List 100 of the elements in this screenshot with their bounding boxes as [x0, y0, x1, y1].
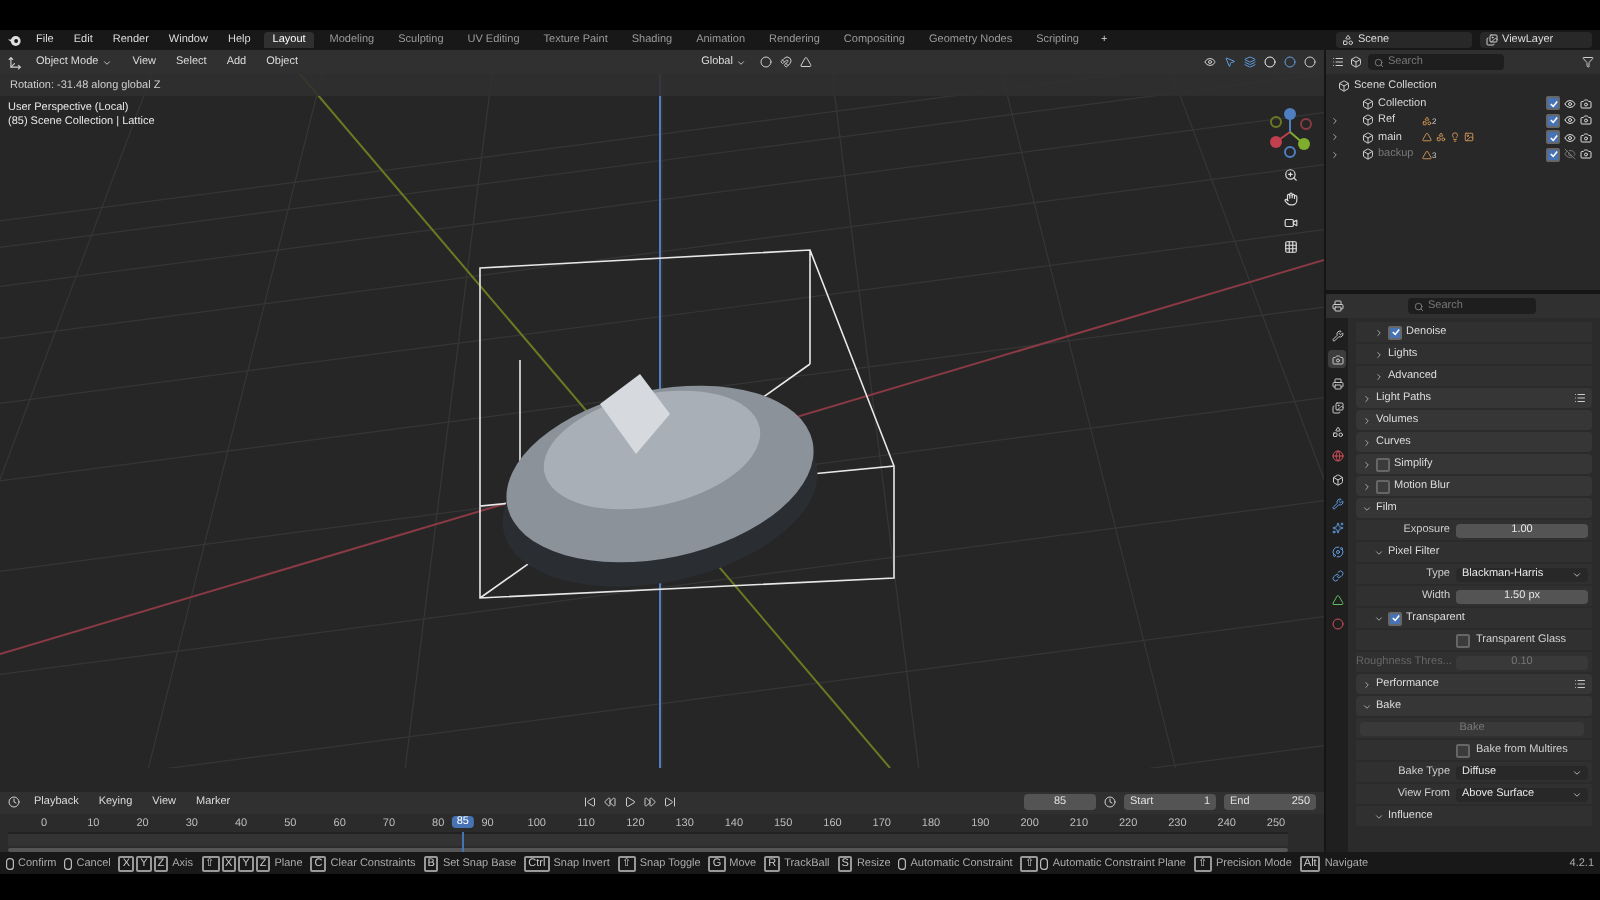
properties-tab[interactable] — [1328, 542, 1346, 560]
collection-icon — [1362, 97, 1374, 110]
proportional-icon — [800, 56, 813, 68]
images-icon — [1486, 34, 1498, 46]
zoom-icon[interactable] — [1283, 168, 1297, 182]
visibility-icon — [1204, 56, 1217, 68]
mouse-icon — [1040, 857, 1049, 869]
hand-icon[interactable] — [1283, 192, 1297, 206]
chevron-down-icon — [1374, 811, 1384, 821]
properties-tab[interactable] — [1328, 350, 1346, 368]
chevron-down-icon — [1374, 547, 1384, 557]
link-icon — [1331, 569, 1343, 581]
search-icon — [1414, 301, 1424, 311]
mouse-icon — [64, 857, 73, 869]
chevron-right-icon — [1362, 415, 1372, 425]
chevron-down-icon — [1374, 613, 1384, 623]
pivot-icon — [760, 56, 773, 68]
editor-type-icon — [8, 55, 22, 69]
collection-icon — [1362, 148, 1374, 161]
triangle-icon — [1331, 593, 1343, 605]
chevron-right-icon — [1362, 437, 1372, 447]
globe-icon — [1331, 449, 1343, 461]
camera-icon[interactable] — [1283, 216, 1297, 230]
solid-shading-icon — [1264, 56, 1277, 68]
images-icon — [1331, 401, 1343, 413]
checkbox[interactable] — [1388, 611, 1402, 625]
properties-tab[interactable] — [1328, 566, 1346, 584]
printer-icon — [1331, 377, 1343, 389]
app-logo-icon[interactable] — [8, 33, 22, 47]
properties-tab[interactable] — [1328, 398, 1346, 416]
filter-icon — [1582, 56, 1594, 68]
jump-start-icon — [584, 796, 597, 809]
include-checkbox[interactable] — [1546, 130, 1560, 145]
eye-closed-icon — [1564, 148, 1576, 161]
chevron-down-icon — [1362, 701, 1372, 711]
checkbox[interactable] — [1376, 479, 1390, 493]
eye-icon — [1564, 97, 1576, 110]
checkbox[interactable] — [1388, 325, 1402, 339]
rendered-shading-icon — [1304, 56, 1317, 68]
navigation-gizmo[interactable] — [1264, 106, 1316, 158]
sphere-icon — [1331, 617, 1343, 629]
chevron-right-icon — [1362, 679, 1372, 689]
sparkles-icon — [1331, 521, 1343, 533]
image-icon — [1464, 132, 1474, 143]
checkbox[interactable] — [1456, 633, 1470, 647]
playhead-line — [462, 831, 465, 852]
include-checkbox[interactable] — [1546, 113, 1560, 128]
triangle-icon — [1422, 132, 1432, 143]
grid-icon[interactable] — [1283, 240, 1297, 254]
overlay-icon — [1244, 56, 1257, 68]
chevron-down-icon — [102, 57, 113, 67]
chevron-right-icon — [1362, 459, 1372, 469]
magnet-icon — [780, 56, 793, 68]
list-icon — [1332, 56, 1344, 68]
chevron-right-icon — [1374, 371, 1384, 381]
properties-tab[interactable] — [1328, 374, 1346, 392]
collection-icon — [1338, 80, 1350, 93]
checkbox[interactable] — [1376, 457, 1390, 471]
orbit-icon — [1331, 545, 1343, 557]
collection-icon — [1362, 114, 1374, 127]
properties-tab[interactable] — [1328, 326, 1346, 344]
presets-list-icon — [1574, 392, 1586, 404]
rewind-icon — [604, 796, 617, 809]
camera-icon — [1580, 131, 1592, 144]
wrench-icon — [1331, 497, 1343, 509]
chevron-right-icon — [1362, 481, 1372, 491]
include-checkbox[interactable] — [1546, 96, 1560, 111]
wrench-icon — [1331, 329, 1343, 341]
search-icon — [1374, 57, 1384, 67]
view-icon — [1350, 56, 1362, 68]
properties-tab[interactable] — [1328, 590, 1346, 608]
shapes-icon — [1436, 132, 1446, 143]
stopwatch-icon — [1104, 796, 1117, 809]
camera-icon — [1580, 114, 1592, 127]
checkbox[interactable] — [1456, 743, 1470, 757]
presets-list-icon — [1574, 678, 1586, 690]
eye-icon — [1564, 114, 1576, 127]
mouse-icon — [898, 857, 907, 869]
chevron-down-icon — [1362, 503, 1372, 513]
clock-icon — [8, 796, 20, 809]
jump-end-icon — [664, 796, 677, 809]
editor-type-icon — [1332, 300, 1344, 312]
chevron-down-icon — [1572, 789, 1582, 799]
properties-tab[interactable] — [1328, 518, 1346, 536]
chevron-down-icon — [736, 57, 747, 67]
lightbulb-icon — [1450, 132, 1460, 143]
box-icon — [1331, 473, 1343, 485]
gizmo-icon — [1224, 56, 1237, 68]
fast-forward-icon — [644, 796, 657, 809]
scene-icon — [1342, 34, 1354, 46]
eye-icon — [1564, 131, 1576, 144]
camera-icon — [1331, 353, 1343, 365]
chevron-right-icon — [1374, 327, 1384, 337]
properties-tab[interactable] — [1328, 422, 1346, 440]
play-icon — [624, 796, 637, 809]
properties-tab[interactable] — [1328, 470, 1346, 488]
chevron-down-icon — [1572, 767, 1582, 777]
collection-icon — [1362, 131, 1374, 144]
mouse-icon — [6, 857, 14, 869]
chevron-down-icon — [1572, 569, 1582, 579]
